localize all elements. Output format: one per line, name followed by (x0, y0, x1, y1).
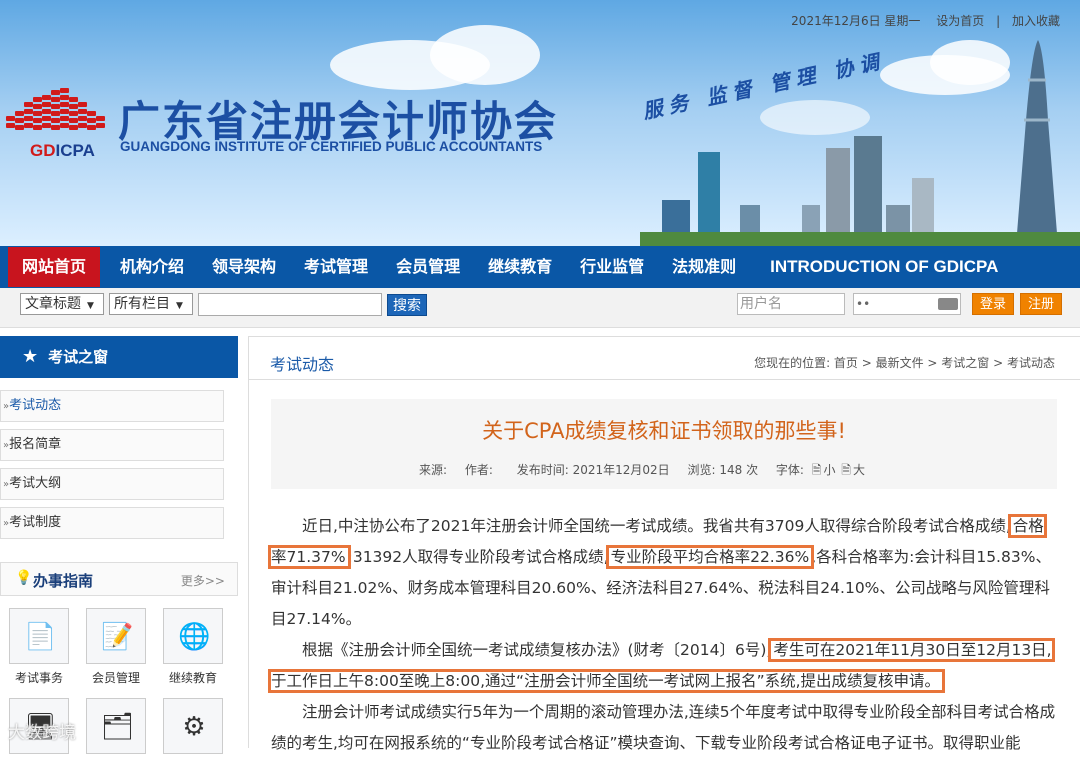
main-nav: 网站首页 机构介绍 领导架构 考试管理 会员管理 继续教育 行业监管 法规准则 … (0, 246, 1080, 288)
member-management-tile[interactable]: 📝 (86, 608, 146, 664)
nav-leadership[interactable]: 领导架构 (198, 247, 290, 287)
tile-label[interactable]: 会员管理 (78, 669, 154, 686)
watermark: 大数跨境 (8, 723, 76, 743)
meta-views: 浏览: 148 次 (687, 463, 759, 477)
search-button[interactable]: 搜索 (387, 294, 427, 316)
article-title: 关于CPA成绩复核和证书领取的那些事! (482, 419, 846, 443)
lightbulb-icon: 💡 (15, 570, 33, 586)
search-bar: 文章标题 ▼ 所有栏目 ▼ 搜索 用户名 •• 登录 注册 (0, 288, 1080, 328)
nav-regulations[interactable]: 法规准则 (658, 247, 750, 287)
meta-source: 来源: (419, 463, 448, 477)
search-input[interactable] (198, 293, 382, 316)
header-banner: 2021年12月6日 星期一 设为首页 | 加入收藏 GDICPA 广东省注册会… (0, 0, 1080, 246)
globe-icon: 🌐 (178, 622, 211, 652)
section-title: 考试动态 (270, 355, 335, 374)
article-body: 近日,中注协公布了2021年注册会计师全国统一考试成绩。我省共有3709人取得综… (268, 511, 1057, 759)
nav-about[interactable]: 机构介绍 (106, 247, 198, 287)
exam-affairs-tile[interactable]: 📄 (9, 608, 69, 664)
paragraph: 注册会计师考试成绩实行5年为一个周期的滚动管理办法,连续5个年度考试中取得专业阶… (271, 703, 1056, 752)
sidebar-item-syllabus[interactable]: »考试大纲 (0, 468, 224, 500)
tile-label[interactable]: 继续教育 (155, 669, 231, 686)
meta-published: 发布时间: 2021年12月02日 (516, 463, 670, 477)
meta-font-label: 字体: (775, 463, 804, 477)
password-input[interactable]: •• (853, 293, 961, 315)
sidebar-header: ★ 考试之窗 (0, 336, 238, 378)
settings-tile[interactable]: ⚙ (163, 698, 223, 754)
highlight-professional-rate: 专业阶段平均合格率22.36% (605, 545, 815, 569)
paragraph: 根据《注册会计师全国统一考试成绩复核办法》(财考〔2014〕6号), 考生可在20… (268, 638, 1055, 693)
nav-exam[interactable]: 考试管理 (290, 247, 382, 287)
article-meta: 来源: 作者: 发布时间: 2021年12月02日 浏览: 148 次 字体: … (419, 461, 879, 482)
dropdown-arrow-icon: ▼ (87, 301, 94, 311)
main-content: 考试动态 您现在的位置: 首页 > 最新文件 > 考试之窗 > 考试动态 关于C… (248, 336, 1080, 752)
nav-supervision[interactable]: 行业监管 (566, 247, 658, 287)
sidebar-item-exam-system[interactable]: »考试制度 (0, 507, 224, 539)
field-select[interactable]: 文章标题 ▼ (20, 293, 104, 315)
nav-home[interactable]: 网站首页 (8, 247, 101, 287)
font-large-icon[interactable]: 🗎 (841, 463, 851, 477)
login-button[interactable]: 登录 (972, 293, 1014, 315)
guide-header: 💡 办事指南 更多>> (0, 562, 238, 596)
sidebar-item-exam-news[interactable]: »考试动态 (0, 390, 224, 422)
sidebar: ★ 考试之窗 »考试动态 »报名简章 »考试大纲 »考试制度 💡 办事指南 更多>… (0, 336, 238, 754)
sidebar-item-registration[interactable]: »报名简章 (0, 429, 224, 461)
font-small-icon[interactable]: 🗎 (812, 463, 822, 477)
font-large-link[interactable]: 大 (853, 463, 865, 477)
username-input[interactable]: 用户名 (737, 293, 845, 315)
nav-members[interactable]: 会员管理 (382, 247, 474, 287)
logo-abbr: GDICPA (30, 141, 95, 160)
document-icon: 📄 (24, 622, 57, 652)
article-header: 关于CPA成绩复核和证书领取的那些事! 来源: 作者: 发布时间: 2021年1… (271, 399, 1057, 489)
city-skyline-icon (640, 40, 1080, 246)
org-name-en: GUANGDONG INSTITUTE OF CERTIFIED PUBLIC … (120, 139, 543, 154)
network-tile[interactable]: 🗂 (86, 698, 146, 754)
register-button[interactable]: 注册 (1020, 293, 1062, 315)
meta-author: 作者: (464, 463, 493, 477)
nav-introduction[interactable]: INTRODUCTION OF GDICPA (756, 247, 1012, 287)
nav-education[interactable]: 继续教育 (474, 247, 566, 287)
column-select[interactable]: 所有栏目 ▼ (109, 293, 193, 315)
breadcrumb: 您现在的位置: 首页 > 最新文件 > 考试之窗 > 考试动态 (754, 356, 1055, 370)
gear-icon: ⚙ (182, 712, 206, 742)
more-link[interactable]: 更多>> (181, 572, 225, 589)
logo-icon (6, 80, 108, 130)
edit-icon: 📝 (101, 622, 134, 652)
dropdown-arrow-icon: ▼ (176, 301, 183, 311)
main-header: 考试动态 您现在的位置: 首页 > 最新文件 > 考试之窗 > 考试动态 (249, 337, 1080, 380)
star-icon: ★ (22, 346, 39, 367)
network-icon: 🗂 (101, 712, 135, 742)
keyboard-icon[interactable] (938, 298, 958, 310)
continuing-education-tile[interactable]: 🌐 (163, 608, 223, 664)
font-small-link[interactable]: 小 (823, 463, 835, 477)
tile-label[interactable]: 考试事务 (1, 669, 77, 686)
paragraph: 近日,中注协公布了2021年注册会计师全国统一考试成绩。我省共有3709人取得综… (268, 514, 1051, 628)
